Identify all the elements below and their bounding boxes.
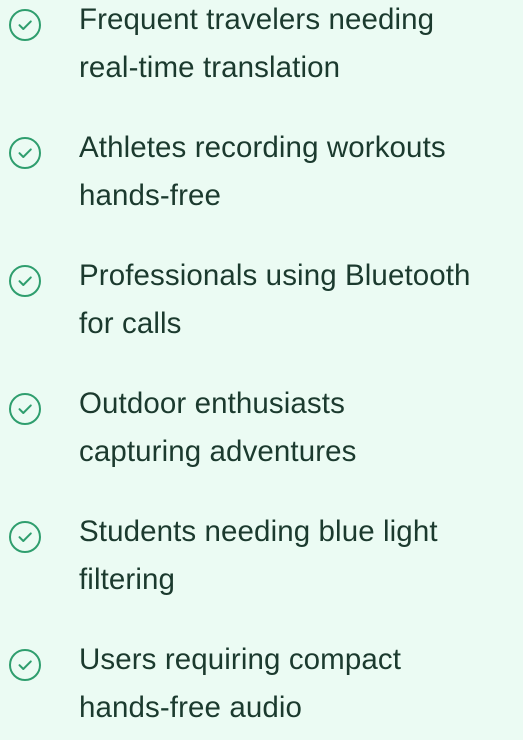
- list-item-label: Frequent travelers needing real-time tra…: [79, 3, 435, 84]
- check-circle-icon: [8, 8, 42, 42]
- check-circle-icon: [8, 520, 42, 554]
- check-circle-icon: [8, 136, 42, 170]
- list-item-label: Outdoor enthusiasts capturing adventures: [79, 387, 357, 468]
- list-item-label: Athletes recording workouts hands-free: [79, 131, 446, 212]
- list-item: Professionals using Bluetooth for calls: [0, 256, 523, 356]
- list-item: Users requiring compact hands-free audio: [0, 640, 523, 740]
- list-item: Outdoor enthusiasts capturing adventures: [0, 384, 523, 484]
- list-item: Athletes recording workouts hands-free: [0, 128, 523, 228]
- list-item: Frequent travelers needing real-time tra…: [0, 0, 523, 100]
- list-item-label: Professionals using Bluetooth for calls: [79, 259, 471, 340]
- list-item: Students needing blue light filtering: [0, 512, 523, 612]
- list-item-label: Users requiring compact hands-free audio: [79, 643, 402, 724]
- list-item-label: Students needing blue light filtering: [79, 515, 438, 596]
- feature-list: Frequent travelers needing real-time tra…: [0, 0, 523, 726]
- check-circle-icon: [8, 264, 42, 298]
- check-circle-icon: [8, 648, 42, 682]
- check-circle-icon: [8, 392, 42, 426]
